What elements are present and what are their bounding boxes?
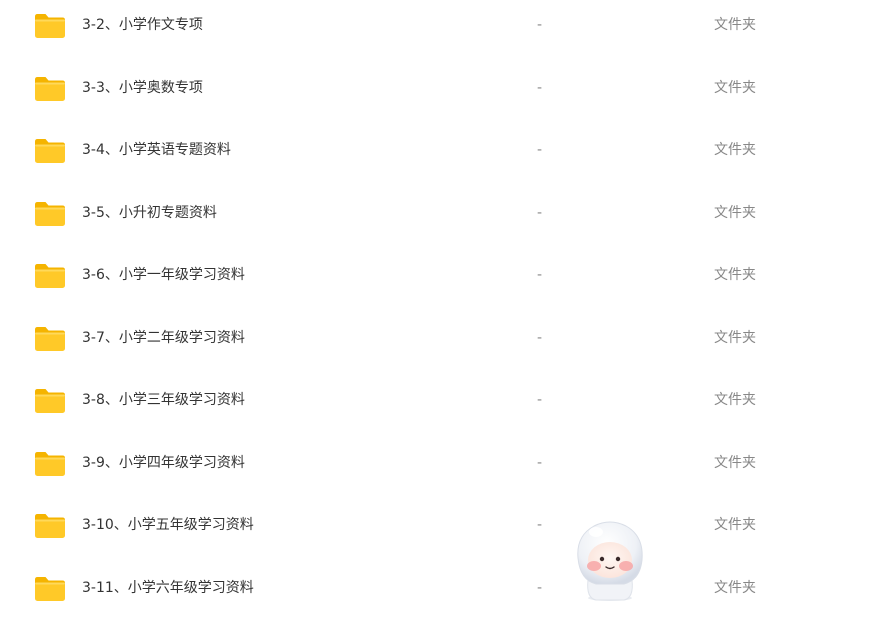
folder-icon xyxy=(34,576,66,602)
file-name[interactable]: 3-6、小学一年级学习资料 xyxy=(82,266,245,284)
folder-icon xyxy=(34,263,66,289)
file-type: 文件夹 xyxy=(714,330,756,346)
file-size: - xyxy=(537,17,543,33)
folder-icon xyxy=(34,451,66,477)
file-size: - xyxy=(537,580,543,596)
file-type: 文件夹 xyxy=(714,392,756,408)
list-item[interactable]: 3-9、小学四年级学习资料 - 文件夹 xyxy=(0,432,891,494)
folder-icon xyxy=(34,76,66,102)
file-name[interactable]: 3-5、小升初专题资料 xyxy=(82,204,217,222)
assistant-mascot-icon[interactable] xyxy=(574,518,646,601)
file-size: - xyxy=(537,455,543,471)
file-size: - xyxy=(537,392,543,408)
folder-icon xyxy=(34,326,66,352)
file-size: - xyxy=(537,517,543,533)
folder-icon xyxy=(34,513,66,539)
folder-icon xyxy=(34,201,66,227)
list-item[interactable]: 3-4、小学英语专题资料 - 文件夹 xyxy=(0,119,891,181)
file-name[interactable]: 3-8、小学三年级学习资料 xyxy=(82,391,245,409)
list-item[interactable]: 3-10、小学五年级学习资料 - 文件夹 xyxy=(0,494,891,556)
file-name[interactable]: 3-11、小学六年级学习资料 xyxy=(82,579,254,597)
file-name[interactable]: 3-9、小学四年级学习资料 xyxy=(82,454,245,472)
folder-icon xyxy=(34,388,66,414)
folder-icon xyxy=(34,13,66,39)
list-item[interactable]: 3-7、小学二年级学习资料 - 文件夹 xyxy=(0,307,891,369)
file-type: 文件夹 xyxy=(714,205,756,221)
file-list: 3-2、小学作文专项 - 文件夹 3-3、小学奥数专项 - 文件夹 3-4、小学… xyxy=(0,0,891,601)
file-name[interactable]: 3-10、小学五年级学习资料 xyxy=(82,516,254,534)
list-item[interactable]: 3-5、小升初专题资料 - 文件夹 xyxy=(0,182,891,244)
file-name[interactable]: 3-4、小学英语专题资料 xyxy=(82,141,231,159)
list-item[interactable]: 3-3、小学奥数专项 - 文件夹 xyxy=(0,57,891,119)
file-size: - xyxy=(537,330,543,346)
file-name[interactable]: 3-2、小学作文专项 xyxy=(82,16,203,34)
list-item[interactable]: 3-2、小学作文专项 - 文件夹 xyxy=(0,0,891,56)
file-type: 文件夹 xyxy=(714,142,756,158)
list-item[interactable]: 3-6、小学一年级学习资料 - 文件夹 xyxy=(0,244,891,306)
file-type: 文件夹 xyxy=(714,80,756,96)
file-type: 文件夹 xyxy=(714,267,756,283)
list-item[interactable]: 3-8、小学三年级学习资料 - 文件夹 xyxy=(0,369,891,431)
file-size: - xyxy=(537,267,543,283)
file-type: 文件夹 xyxy=(714,17,756,33)
file-name[interactable]: 3-7、小学二年级学习资料 xyxy=(82,329,245,347)
file-size: - xyxy=(537,80,543,96)
list-item[interactable]: 3-11、小学六年级学习资料 - 文件夹 xyxy=(0,557,891,619)
file-type: 文件夹 xyxy=(714,455,756,471)
file-type: 文件夹 xyxy=(714,517,756,533)
file-size: - xyxy=(537,142,543,158)
file-size: - xyxy=(537,205,543,221)
folder-icon xyxy=(34,138,66,164)
file-type: 文件夹 xyxy=(714,580,756,596)
file-name[interactable]: 3-3、小学奥数专项 xyxy=(82,79,203,97)
